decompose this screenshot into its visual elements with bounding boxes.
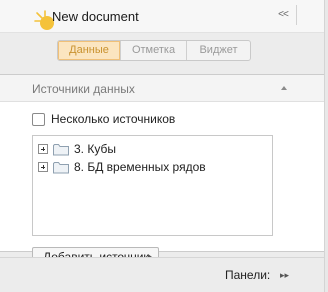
list-item-label: 3. Кубы xyxy=(74,142,116,156)
multiple-sources-label: Несколько источников xyxy=(51,112,176,126)
collapse-panel-button[interactable]: << xyxy=(275,8,291,22)
section-title: Источники данных xyxy=(32,82,135,96)
panel-edge xyxy=(324,0,328,292)
data-sources-section: Источники данных Несколько источников 3.… xyxy=(0,74,324,266)
panels-label: Панели: xyxy=(225,268,271,282)
double-chevron-right-icon[interactable]: ▸▸ xyxy=(280,268,292,282)
title-separator xyxy=(296,5,297,25)
tab-group: Данные Отметка Виджет xyxy=(57,40,251,61)
footer-bar: Панели: ▸▸ xyxy=(0,257,324,292)
list-item-label: 8. БД временных рядов xyxy=(74,160,206,174)
title-bar: New document << xyxy=(0,0,328,33)
multiple-sources-option[interactable]: Несколько источников xyxy=(32,111,175,127)
folder-icon xyxy=(53,161,69,173)
tab-data[interactable]: Данные xyxy=(58,41,121,60)
folder-icon xyxy=(53,143,69,155)
expand-plus-icon[interactable] xyxy=(38,144,48,154)
document-title: New document xyxy=(52,9,139,24)
side-panel: Данные Отметка Виджет Источники данных Н… xyxy=(0,33,324,292)
triangle-up-icon[interactable] xyxy=(279,84,289,92)
multiple-sources-checkbox[interactable] xyxy=(32,112,45,126)
list-item[interactable]: 8. БД временных рядов xyxy=(38,159,206,175)
double-chevron-left-icon: << xyxy=(278,9,289,20)
source-list[interactable]: 3. Кубы 8. БД временных рядов xyxy=(32,135,273,236)
tab-widget[interactable]: Виджет xyxy=(187,41,250,60)
expand-plus-icon[interactable] xyxy=(38,162,48,172)
section-header[interactable]: Источники данных xyxy=(0,75,324,102)
list-item[interactable]: 3. Кубы xyxy=(38,141,116,157)
tab-metric[interactable]: Отметка xyxy=(121,41,187,60)
